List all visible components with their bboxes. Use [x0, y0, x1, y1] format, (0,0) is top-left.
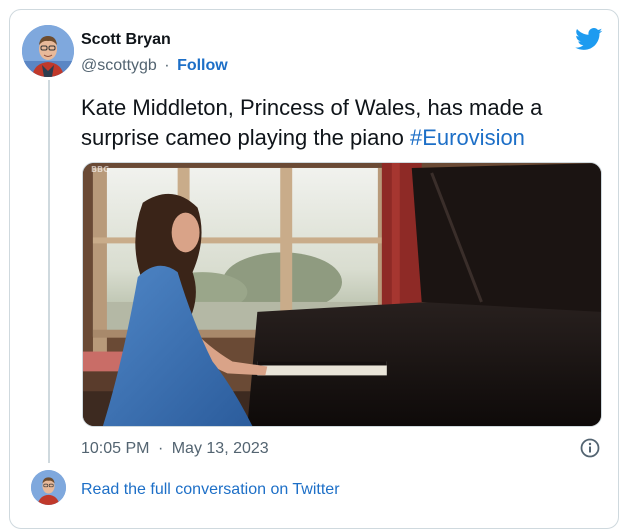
bbc-watermark: BBC: [91, 165, 109, 174]
tweet-timestamp[interactable]: 10:05 PM · May 13, 2023: [81, 440, 269, 458]
follow-button[interactable]: Follow: [177, 57, 228, 74]
hashtag-link[interactable]: #Eurovision: [410, 125, 525, 150]
tweet-time: 10:05 PM: [81, 440, 150, 457]
avatar-image-small: [31, 470, 66, 505]
info-icon[interactable]: [580, 438, 600, 458]
tweet-media[interactable]: BBC: [82, 162, 602, 427]
reply-avatar[interactable]: [31, 470, 66, 505]
meta-separator: ·: [164, 57, 170, 74]
time-separator: ·: [157, 440, 164, 457]
author-handle[interactable]: @scottygb: [81, 57, 157, 74]
author-name[interactable]: Scott Bryan: [81, 31, 171, 49]
piano-video-still: BBC: [83, 163, 601, 426]
author-meta: @scottygb · Follow: [81, 57, 228, 75]
thread-line: [48, 80, 50, 463]
tweet-date: May 13, 2023: [171, 440, 269, 457]
tweet-text: Kate Middleton, Princess of Wales, has m…: [81, 93, 601, 153]
twitter-bird-icon[interactable]: [575, 28, 603, 51]
read-conversation-link[interactable]: Read the full conversation on Twitter: [81, 481, 340, 499]
avatar-image: [22, 25, 74, 77]
author-avatar[interactable]: [22, 25, 74, 77]
